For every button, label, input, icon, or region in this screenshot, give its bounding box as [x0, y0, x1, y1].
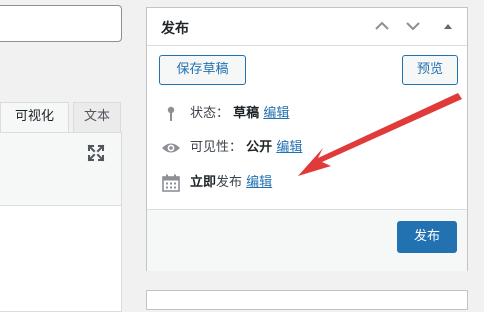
fullscreen-icon[interactable] [86, 143, 106, 163]
schedule-label: 发布 [216, 175, 243, 190]
editor-content-area[interactable] [0, 132, 122, 312]
post-title-input[interactable] [0, 5, 122, 42]
preview-button[interactable]: 预览 [402, 55, 458, 85]
publish-button[interactable]: 发布 [397, 221, 457, 253]
schedule-edit-link[interactable]: 编辑 [246, 175, 272, 190]
schedule-label-bold: 立即 [190, 175, 217, 190]
chevron-down-icon[interactable] [404, 17, 422, 35]
visibility-label: 可见性： [190, 140, 243, 155]
chevron-up-icon[interactable] [373, 17, 391, 35]
next-meta-box [146, 290, 468, 310]
status-label: 状态： [190, 106, 230, 121]
tab-text[interactable]: 文本 [73, 102, 121, 132]
pin-icon [167, 106, 175, 121]
save-draft-button[interactable]: 保存草稿 [159, 55, 246, 85]
publish-title: 发布 [161, 21, 189, 37]
eye-icon [162, 143, 180, 153]
calendar-icon [162, 174, 180, 192]
publish-footer: 发布 [147, 209, 467, 271]
status-edit-link[interactable]: 编辑 [263, 106, 289, 121]
visibility-edit-link[interactable]: 编辑 [276, 140, 302, 155]
publish-header: 发布 [147, 8, 467, 46]
status-value: 草稿 [233, 106, 260, 121]
visibility-value: 公开 [246, 140, 273, 155]
tab-visual[interactable]: 可视化 [0, 102, 69, 132]
editor-toolbar [0, 133, 121, 206]
publish-meta-box: 发布 保存草稿 预览 状态： 草稿 编辑 可见性： 公开 编辑 立即发布 编辑 … [146, 7, 468, 271]
triangle-up-icon[interactable] [439, 17, 457, 35]
